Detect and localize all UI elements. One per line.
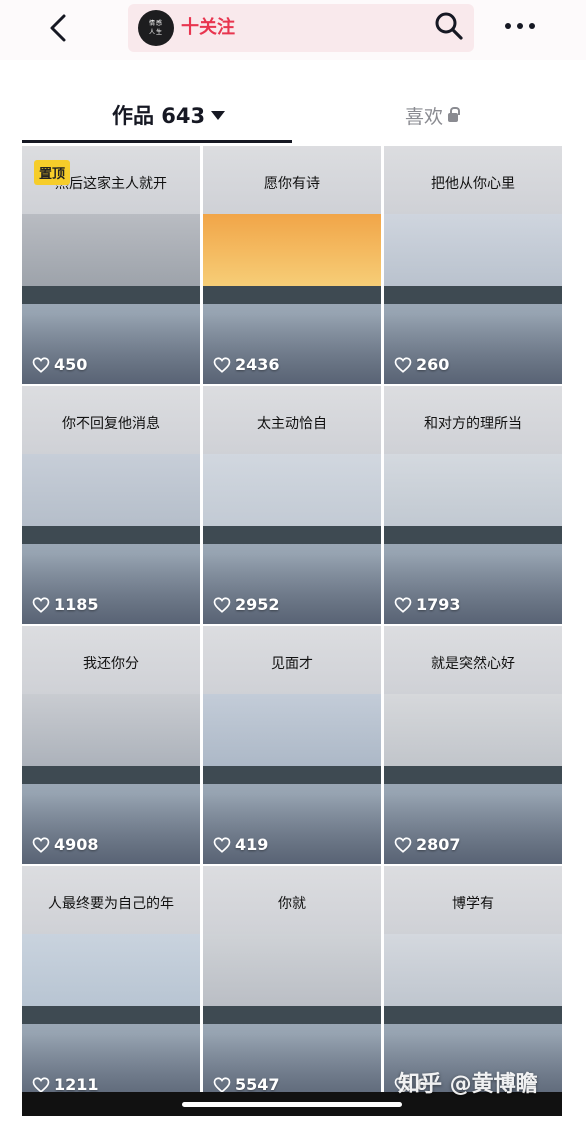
like-count: 450: [32, 355, 87, 374]
video-thumbnail-land: [384, 286, 562, 304]
heart-icon: [32, 356, 50, 373]
video-thumbnail-sky: [22, 214, 200, 294]
video-tile[interactable]: 就是突然心好 2807: [384, 626, 562, 864]
search-icon: [435, 12, 463, 40]
video-caption: 博学有: [452, 896, 494, 912]
like-count: 1793: [394, 595, 461, 614]
heart-icon: [213, 836, 231, 853]
like-count-value: 2952: [235, 595, 280, 614]
heart-icon: [394, 356, 412, 373]
chevron-left-icon: [50, 14, 66, 42]
watermark: 知乎 @黄博瞻: [398, 1072, 538, 1097]
video-caption: 把他从你心里: [431, 176, 515, 192]
tab-likes[interactable]: 喜欢: [405, 102, 461, 129]
video-thumbnail-land: [203, 766, 381, 784]
video-caption: 见面才: [271, 656, 313, 672]
video-thumbnail-sky: [203, 934, 381, 1014]
heart-icon: [394, 596, 412, 613]
tab-active-indicator: [22, 140, 292, 143]
video-thumbnail-sky: [203, 214, 381, 294]
video-thumbnail-land: [22, 766, 200, 784]
video-tile[interactable]: 你不回复他消息 1185: [22, 386, 200, 624]
video-caption: 人最终要为自己的年: [48, 896, 174, 912]
back-button[interactable]: [44, 8, 74, 48]
video-thumbnail-sky: [22, 934, 200, 1014]
video-caption: 我还你分: [83, 656, 139, 672]
profile-tabs: 作品 643 喜欢: [0, 88, 586, 144]
like-count-value: 1185: [54, 595, 99, 614]
video-thumbnail-sky: [203, 694, 381, 774]
heart-icon: [394, 836, 412, 853]
lock-icon: [448, 107, 461, 122]
like-count: 2436: [213, 355, 280, 374]
caret-down-icon: [211, 110, 226, 120]
pinned-badge: 置顶: [34, 160, 71, 185]
video-caption: 和对方的理所当: [424, 416, 522, 432]
tab-works-label: 作品 643: [112, 104, 206, 128]
profile-chip: [128, 4, 474, 52]
video-thumbnail-sky: [384, 934, 562, 1014]
follow-button[interactable]: 十关注: [181, 13, 235, 39]
like-count-value: 4908: [54, 835, 99, 854]
video-thumbnail-sky: [22, 454, 200, 534]
video-caption: 愿你有诗: [264, 176, 320, 192]
video-thumbnail-land: [203, 1006, 381, 1024]
heart-icon: [213, 1076, 231, 1093]
video-tile[interactable]: 太主动恰自 2952: [203, 386, 381, 624]
video-thumbnail-sky: [384, 214, 562, 294]
like-count-value: 419: [235, 835, 269, 854]
like-count-value: 2807: [416, 835, 461, 854]
video-caption: 你不回复他消息: [62, 416, 160, 432]
heart-icon: [32, 596, 50, 613]
video-tile[interactable]: 你就 5547: [203, 866, 381, 1104]
like-count: 2807: [394, 835, 461, 854]
video-thumbnail-land: [384, 526, 562, 544]
video-thumbnail-land: [22, 1006, 200, 1024]
like-count-value: 260: [416, 355, 450, 374]
video-tile[interactable]: 我还你分 4908: [22, 626, 200, 864]
search-button[interactable]: [433, 10, 465, 42]
like-count: 260: [394, 355, 449, 374]
avatar[interactable]: 情感 人生: [138, 10, 174, 46]
video-caption: 你就: [278, 896, 306, 912]
like-count-value: 1793: [416, 595, 461, 614]
video-caption: 太主动恰自: [257, 416, 327, 432]
like-count-value: 450: [54, 355, 88, 374]
video-thumbnail-sky: [384, 454, 562, 534]
heart-icon: [213, 596, 231, 613]
video-thumbnail-sky: [22, 694, 200, 774]
video-tile[interactable]: 把他从你心里 260: [384, 146, 562, 384]
video-tile[interactable]: 愿你有诗 2436: [203, 146, 381, 384]
like-count: 2952: [213, 595, 280, 614]
video-thumbnail-sky: [203, 454, 381, 534]
home-indicator[interactable]: [182, 1102, 402, 1107]
like-count: 4908: [32, 835, 99, 854]
heart-icon: [32, 836, 50, 853]
video-tile[interactable]: 人最终要为自己的年 1211: [22, 866, 200, 1104]
video-thumbnail-land: [22, 526, 200, 544]
like-count: 1185: [32, 595, 99, 614]
video-thumbnail-land: [384, 1006, 562, 1024]
video-tile[interactable]: 然后这家主人就开 450 置顶: [22, 146, 200, 384]
video-thumbnail-land: [203, 526, 381, 544]
heart-icon: [32, 1076, 50, 1093]
more-button[interactable]: [500, 12, 540, 40]
video-thumbnail-land: [203, 286, 381, 304]
video-thumbnail-land: [22, 286, 200, 304]
video-thumbnail-sky: [384, 694, 562, 774]
more-dots-icon: [505, 23, 535, 29]
video-thumbnail-land: [384, 766, 562, 784]
video-caption: 就是突然心好: [431, 656, 515, 672]
like-count-value: 2436: [235, 355, 280, 374]
video-tile[interactable]: 和对方的理所当 1793: [384, 386, 562, 624]
heart-icon: [213, 356, 231, 373]
like-count: 419: [213, 835, 268, 854]
tab-likes-label: 喜欢: [405, 106, 444, 128]
video-tile[interactable]: 见面才 419: [203, 626, 381, 864]
tab-works[interactable]: 作品 643: [112, 100, 226, 130]
